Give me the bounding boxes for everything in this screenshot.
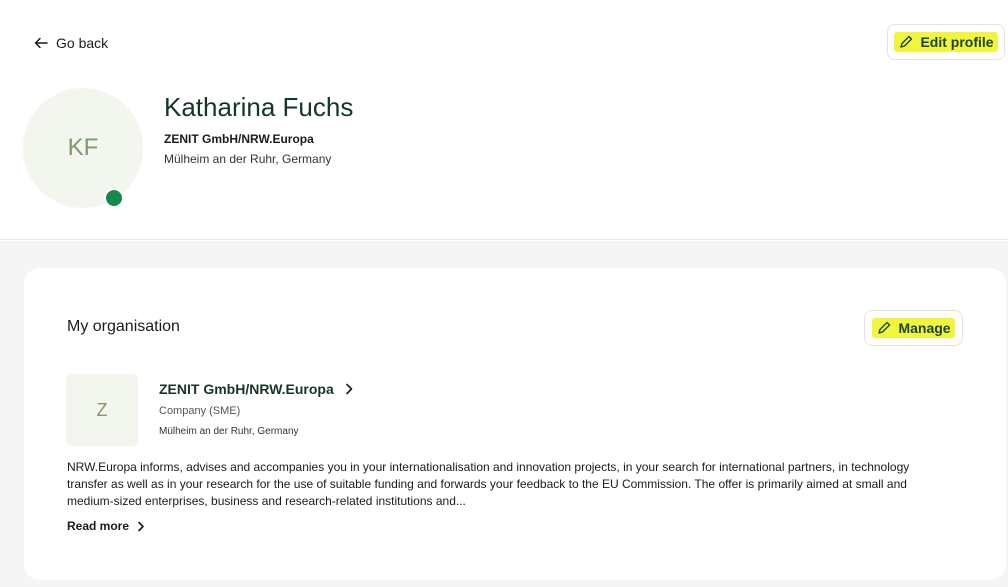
manage-highlight: Manage	[872, 318, 955, 338]
organisation-name: ZENIT GmbH/NRW.Europa	[159, 381, 334, 397]
organisation-card	[24, 268, 1006, 580]
manage-label: Manage	[898, 320, 951, 336]
edit-profile-label: Edit profile	[920, 34, 994, 50]
manage-button[interactable]: Manage	[864, 310, 963, 346]
read-more-link[interactable]: Read more	[67, 519, 145, 533]
go-back-label: Go back	[56, 35, 109, 51]
edit-profile-button[interactable]: Edit profile	[887, 24, 1005, 60]
profile-header	[0, 0, 1008, 240]
avatar-initials: KF	[67, 134, 99, 161]
organisation-type: Company (SME)	[159, 405, 241, 417]
go-back-link[interactable]: Go back	[34, 33, 108, 53]
organisation-logo: Z	[66, 374, 138, 446]
edit-profile-highlight: Edit profile	[894, 32, 998, 52]
pencil-icon	[900, 35, 913, 48]
chevron-right-icon	[345, 383, 353, 395]
read-more-label: Read more	[67, 519, 130, 533]
pencil-icon	[878, 321, 891, 334]
arrow-left-icon	[34, 37, 48, 49]
organisation-section-title: My organisation	[67, 318, 180, 335]
organisation-description: NRW.Europa informs, advises and accompan…	[67, 460, 910, 508]
profile-name: Katharina Fuchs	[164, 92, 354, 122]
organisation-initial: Z	[96, 399, 108, 420]
profile-location: Mülheim an der Ruhr, Germany	[164, 152, 332, 166]
online-status-dot	[104, 188, 124, 208]
organisation-name-link[interactable]: ZENIT GmbH/NRW.Europa	[159, 381, 354, 397]
profile-organisation: ZENIT GmbH/NRW.Europa	[164, 132, 314, 146]
organisation-location: Mülheim an der Ruhr, Germany	[159, 426, 299, 437]
avatar: KF	[23, 88, 143, 208]
chevron-right-icon	[138, 521, 144, 531]
